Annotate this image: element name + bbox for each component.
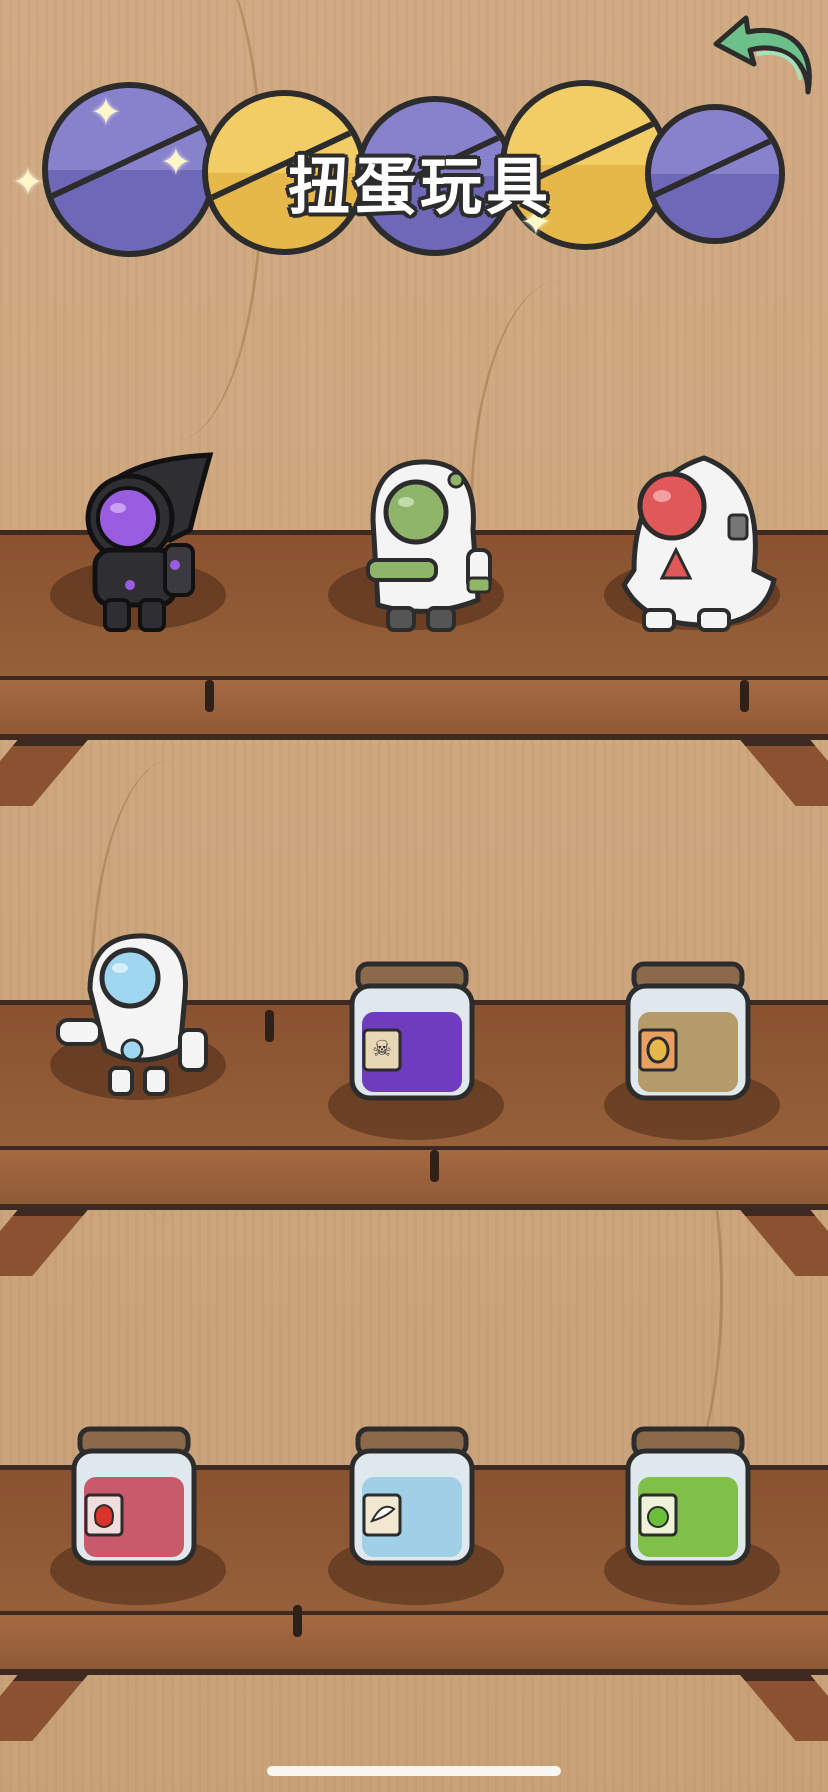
collectible-slot[interactable] (328, 450, 508, 640)
black-astronaut-figure-icon (85, 452, 214, 632)
collectible-slot[interactable] (50, 920, 230, 1110)
potion-jar-icon: ☠ (349, 961, 475, 1101)
title-banner: ✦ ✦ ✦ ✦ 扭蛋玩具 (12, 60, 800, 280)
home-indicator[interactable] (267, 1766, 561, 1776)
apple-jar-icon (625, 1426, 751, 1566)
white-astronaut-figure-icon (621, 455, 777, 632)
sparkle-icon: ✦ (12, 160, 44, 204)
collectible-slot[interactable] (604, 450, 784, 640)
collectible-slot[interactable] (604, 1425, 784, 1615)
collectible-slot[interactable] (50, 450, 230, 640)
sparkle-icon: ✦ (90, 90, 122, 134)
seed-jar-icon (625, 961, 751, 1101)
svg-text:☠: ☠ (372, 1037, 392, 1062)
collectible-slot[interactable]: ☠ (328, 960, 508, 1150)
sparkle-icon: ✦ (160, 140, 192, 184)
water-jar-icon (349, 1426, 475, 1566)
white-astronaut-figure-icon (366, 459, 492, 632)
capsule-ball (645, 104, 785, 244)
collectible-slot[interactable] (604, 960, 784, 1150)
page-title: 扭蛋玩具 (287, 150, 552, 223)
collectible-slot[interactable] (328, 1425, 508, 1615)
collectible-slot[interactable] (50, 1425, 230, 1615)
robot-astronaut-figure-icon (56, 933, 208, 1096)
strawberry-jar-icon (71, 1426, 197, 1566)
